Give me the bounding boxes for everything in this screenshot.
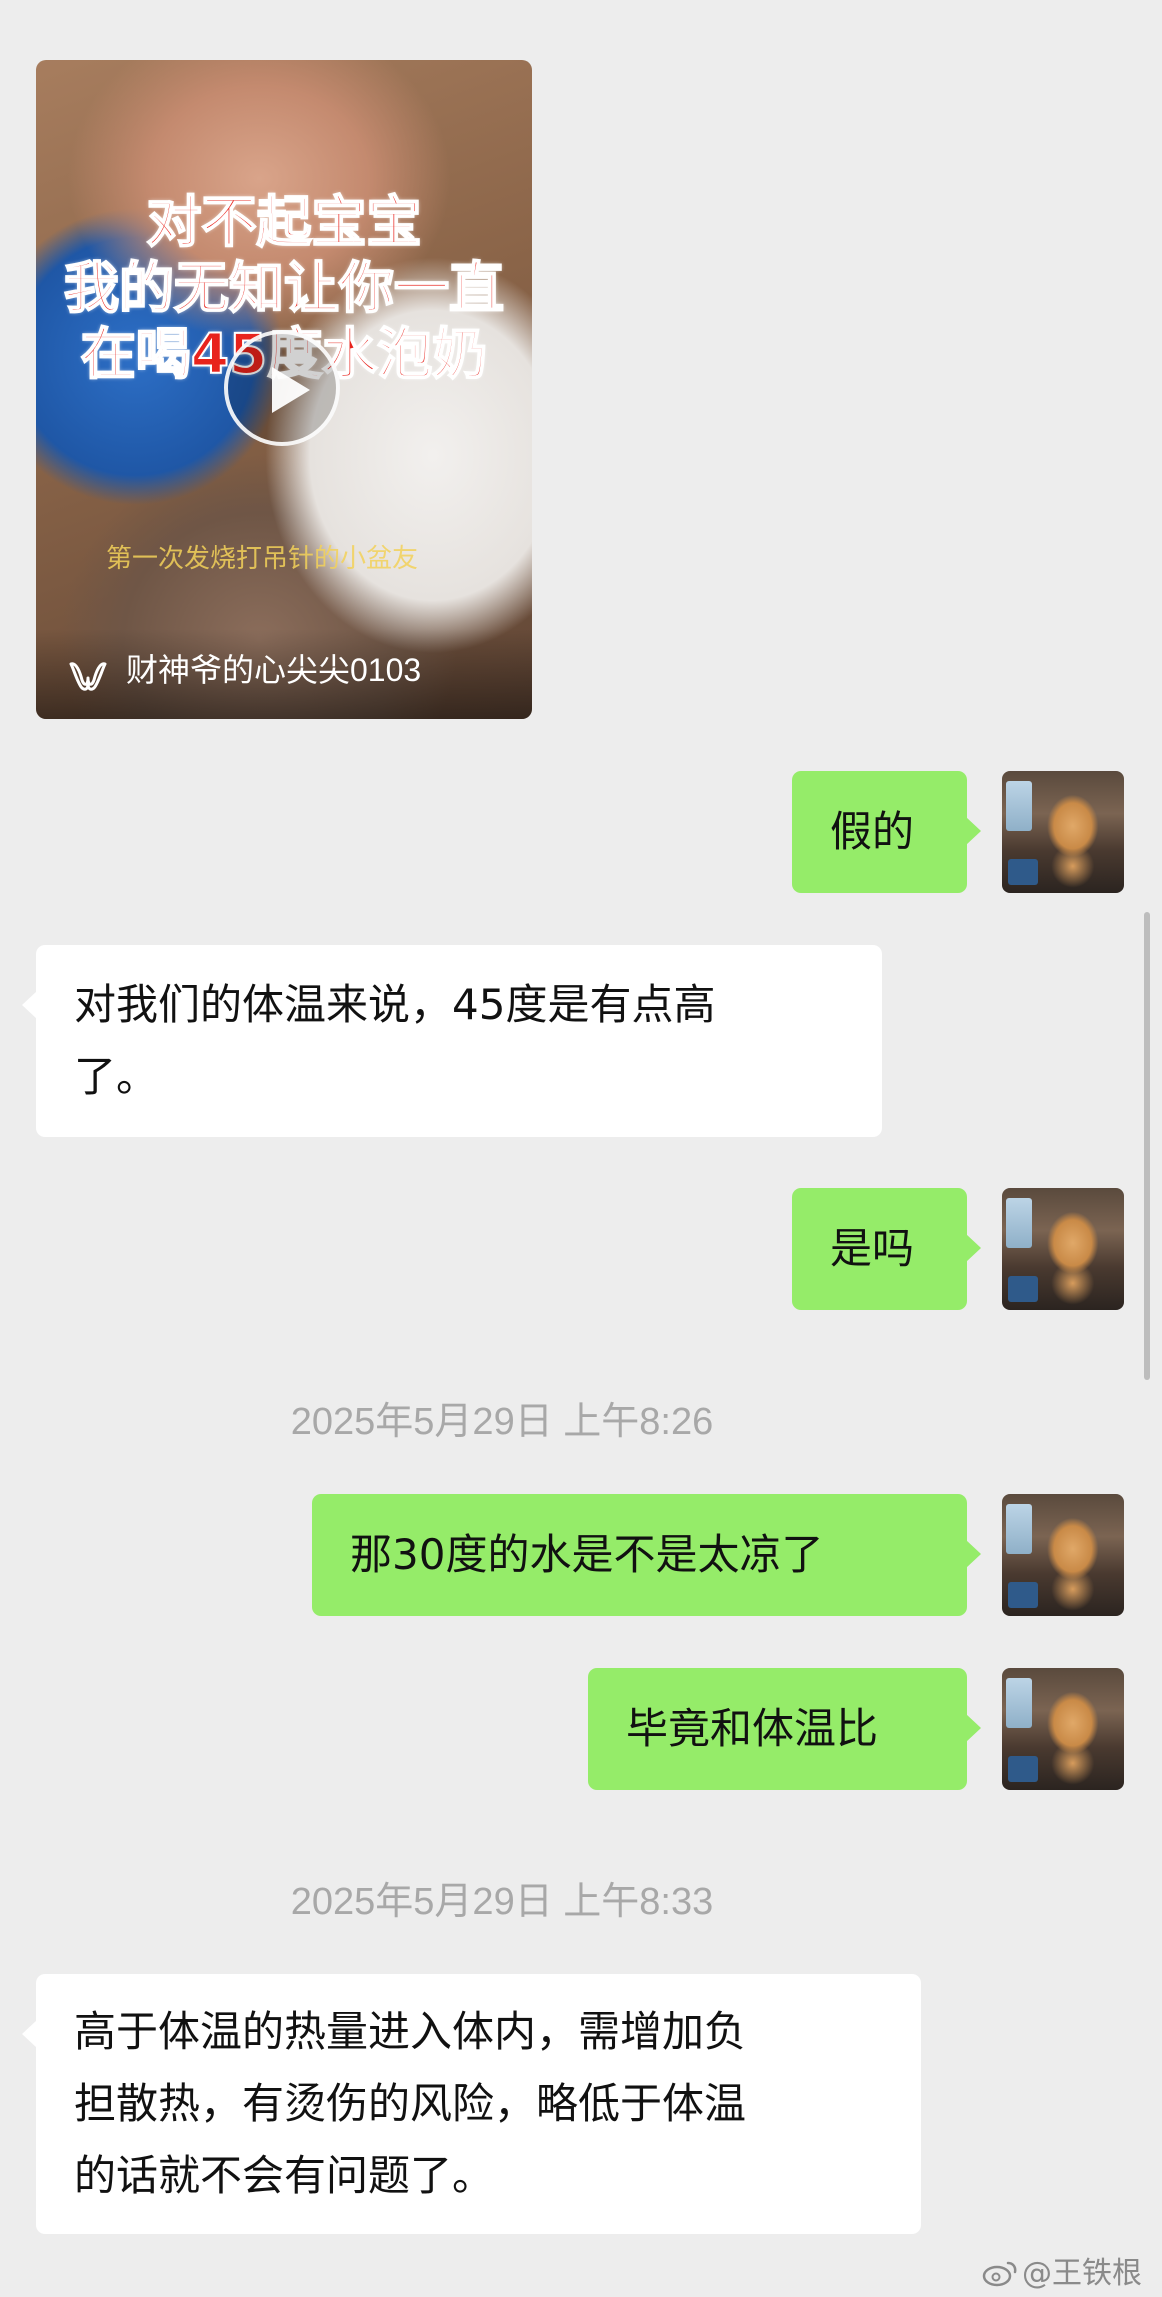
sent-message-bubble[interactable]: 毕竟和体温比	[588, 1668, 981, 1790]
sent-message-bubble[interactable]: 那30度的水是不是太凉了	[312, 1494, 981, 1616]
scrollbar[interactable]	[1144, 912, 1150, 1380]
video-message-card[interactable]: 对不起宝宝 我的无知让你一直 在喝45度水泡奶 第一次发烧打吊针的小盆友 财神爷…	[36, 60, 532, 719]
channel-name: 财神爷的心尖尖0103	[126, 652, 422, 688]
received-message-bubble[interactable]: 对我们的体温来说，45度是有点高 了。	[22, 945, 882, 1137]
video-caption-line: 对不起宝宝	[145, 189, 422, 255]
message-text: 毕竟和体温比	[626, 1704, 879, 1753]
video-caption-line: 我的无知让你一直	[63, 255, 505, 321]
avatar[interactable]	[1002, 1668, 1124, 1790]
message-text: 是吗	[830, 1224, 915, 1273]
message-text-line: 了。	[74, 1052, 159, 1101]
watermark: @王铁根	[982, 2248, 1142, 2292]
channels-icon	[69, 662, 107, 691]
video-subtitle: 第一次发烧打吊针的小盆友	[106, 544, 419, 574]
received-message-bubble[interactable]: 高于体温的热量进入体内，需增加负 担散热，有烫伤的风险，略低于体温 的话就不会有…	[22, 1974, 921, 2234]
timestamp: 2025年5月29日 上午8:26	[290, 1401, 714, 1443]
avatar[interactable]	[1002, 771, 1124, 893]
video-source-bar: 财神爷的心尖尖0103	[36, 629, 532, 719]
message-text: 假的	[830, 807, 915, 856]
message-text: 那30度的水是不是太凉了	[350, 1530, 824, 1579]
avatar[interactable]	[1002, 1494, 1124, 1616]
message-text-line: 高于体温的热量进入体内，需增加负	[74, 2007, 747, 2056]
sent-message-bubble[interactable]: 假的	[792, 771, 981, 893]
avatar[interactable]	[1002, 1188, 1124, 1310]
message-text-line: 担散热，有烫伤的风险，略低于体温	[74, 2079, 747, 2128]
weibo-icon	[982, 2261, 1017, 2287]
play-icon[interactable]	[224, 330, 340, 446]
message-text-line: 的话就不会有问题了。	[74, 2151, 495, 2200]
message-text-line: 对我们的体温来说，45度是有点高	[74, 980, 716, 1029]
sent-message-bubble[interactable]: 是吗	[792, 1188, 981, 1310]
watermark-text: @王铁根	[1022, 2256, 1142, 2291]
timestamp: 2025年5月29日 上午8:33	[290, 1881, 714, 1923]
chat-window: 对不起宝宝 我的无知让你一直 在喝45度水泡奶 第一次发烧打吊针的小盆友 财神爷…	[0, 0, 1162, 2297]
